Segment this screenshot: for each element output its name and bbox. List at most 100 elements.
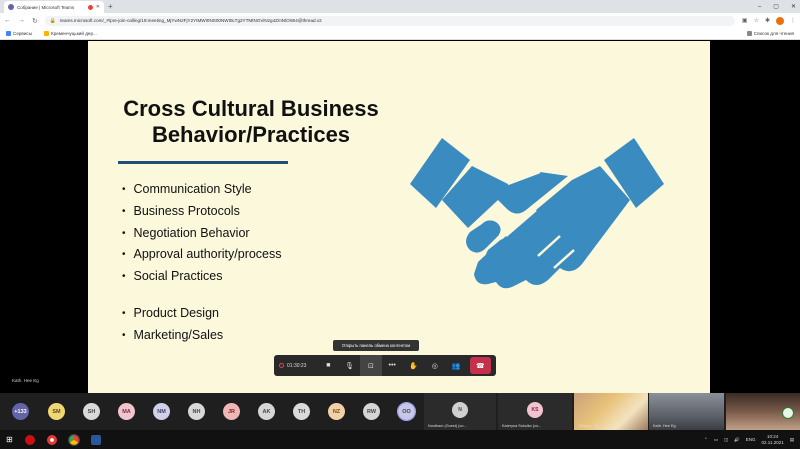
chrome-icon[interactable] [67,433,80,446]
participant-name: Kath. Hee Eg [653,424,676,428]
presenter-name: Kath. Hee Eg [12,378,39,383]
bookmark-favicon-icon [44,31,50,36]
close-tab-icon[interactable]: ✕ [96,4,100,10]
participant-avatar[interactable]: AK [258,403,275,420]
hand-icon: ✋ [409,362,418,370]
tab-title: Собрание | Microsoft Teams [17,4,75,10]
keyboard-language[interactable]: ENG [746,437,756,442]
video-camera-icon: ■ [326,362,331,369]
participant-video-tile[interactable]: Tetiana... Zy... [574,393,648,430]
participant-avatar[interactable]: NM [153,403,170,420]
participant-avatar[interactable]: JR [223,403,240,420]
browser-toolbar: ← → ↻ 🔒 teams.microsoft.com/_#/pre-join-… [0,13,800,28]
participant-tile[interactable]: N Nootham (Guest) (co... [424,393,496,430]
share-screen-icon: ⊡ [367,362,374,370]
bullet-dot-icon: • [122,205,126,217]
menu-icon[interactable]: ⋮ [790,17,796,24]
word-icon[interactable] [90,434,101,445]
close-window-button[interactable]: ✕ [791,3,796,10]
share-content-tooltip: Открыть панель обмена контентом [333,340,419,351]
recording-indicator-icon [87,4,93,10]
reading-list-button[interactable]: Список для чтения [746,31,794,36]
slide-title-line-1: Cross Cultural Business [123,96,379,121]
bullet-dot-icon: • [122,329,126,341]
participant-name: Kateryna Sokolko (co... [502,424,542,428]
bullet-text: Business Protocols [133,203,240,218]
bookmarks-bar: Сервисы Кременчуцький дер... Список для … [0,28,800,40]
participant-avatar[interactable]: OO [397,402,416,421]
windows-start-icon[interactable]: ⊞ [6,435,13,444]
minimize-button[interactable]: – [758,4,761,10]
participant-avatar[interactable]: SH [83,403,100,420]
back-button[interactable]: ← [4,17,11,24]
address-bar[interactable]: 🔒 teams.microsoft.com/_#/pre-join-callin… [44,15,735,26]
lock-icon: 🔒 [49,17,57,24]
toolbar-actions: ▣ ☆ ✱ ⋮ [742,16,796,25]
bullet-text: Negotiation Behavior [133,225,250,240]
participant-avatar[interactable]: MA [118,403,135,420]
participant-avatar[interactable]: RW [363,403,380,420]
extensions-icon[interactable]: ✱ [765,17,770,24]
participant-avatar: KS [527,402,543,418]
camera-toggle-button[interactable]: ■ [318,355,339,376]
recording-icon [279,363,284,368]
participant-avatar[interactable]: NZ [328,403,345,420]
handshake-icon [410,138,664,289]
meeting-timer: 01:30:23 [279,363,318,369]
bullet-list: • Communication Style • Business Protocols… [122,179,282,347]
forward-button[interactable]: → [18,17,25,24]
raise-hand-button[interactable]: ✋ [403,355,424,376]
mic-toggle-button[interactable]: 🎙 [339,355,360,376]
yandex-browser-icon[interactable] [46,434,57,445]
share-content-button[interactable]: ⊡ [360,355,382,376]
participants-strip: +133 SM SH MA NM NH JR AK TH NZ RW OO N Nootham (G… [0,393,800,430]
bullet-dot-icon: • [122,249,126,261]
tray-chevron-icon[interactable]: ⌃ [704,437,708,443]
bookmark-services[interactable]: Сервисы [6,31,32,36]
network-icon[interactable]: ◫ [724,437,728,443]
reload-button[interactable]: ↻ [32,17,38,25]
participant-video-tile[interactable]: Kath. Hee Eg [649,393,724,430]
bullet-item: • Negotiation Behavior [122,223,282,245]
window-controls: – ▢ ✕ [758,0,796,13]
leave-call-button[interactable]: ☎ [469,357,491,374]
overflow-participants-count[interactable]: +133 [12,403,29,420]
bullet-item: • Approval authority/process [122,244,282,266]
volume-icon[interactable]: 🔊 [734,437,740,443]
participant-avatar[interactable]: SM [48,403,65,420]
camera-in-use-icon[interactable]: ▣ [742,17,748,24]
bullet-item: • Marketing/Sales [122,325,282,347]
bookmark-item[interactable]: Кременчуцький дер... [44,31,97,36]
clock[interactable]: 10:24 02.11.2021 [762,434,784,445]
bullet-item: • Social Practices [122,266,282,288]
bullet-dot-icon: • [122,307,126,319]
participant-avatar[interactable]: TH [293,403,310,420]
maximize-button[interactable]: ▢ [773,3,779,10]
people-icon: 👥 [451,362,461,370]
notifications-icon[interactable]: ▤ [790,437,794,443]
battery-icon[interactable]: ▭ [714,437,718,443]
browser-tab[interactable]: Собрание | Microsoft Teams ✕ [4,1,104,13]
screen: Собрание | Microsoft Teams ✕ + – ▢ ✕ ← →… [0,0,800,449]
participant-tile[interactable]: KS Kateryna Sokolko (co... [498,393,572,430]
microphone-off-icon: 🎙 [345,362,355,370]
bullet-dot-icon: • [122,271,126,283]
participants-button[interactable]: 👥 [445,355,466,376]
slide-title: Cross Cultural Business Behavior/Practic… [88,96,414,148]
more-actions-button[interactable]: ••• [382,355,403,376]
chat-button[interactable]: ◎ [424,355,445,376]
bullet-text: Product Design [133,305,219,320]
profile-avatar[interactable] [776,16,784,25]
self-video-tile[interactable] [726,393,800,430]
bullet-text: Social Practices [133,269,223,284]
slide-title-line-2: Behavior/Practices [151,122,351,147]
bullet-dot-icon: • [122,184,126,195]
bookmark-star-icon[interactable]: ☆ [754,17,759,24]
opera-icon[interactable] [24,434,35,445]
clock-date: 02.11.2021 [761,439,784,445]
apps-grid-icon [6,31,11,36]
new-tab-button[interactable]: + [108,1,113,12]
participant-name: Nootham (Guest) (co... [428,424,467,428]
url-text: teams.microsoft.com/_#/pre-join-calling/… [60,18,322,23]
participant-avatar[interactable]: NH [188,403,205,420]
